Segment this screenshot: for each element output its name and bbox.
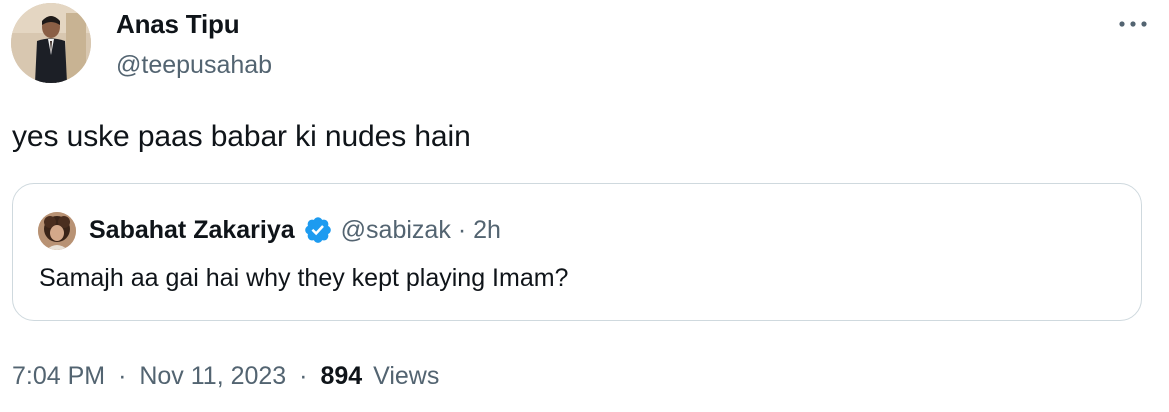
quoted-author-handle[interactable]: @sabizak	[341, 216, 451, 245]
tweet-footer: 7:04 PM · Nov 11, 2023 · 894 Views	[12, 359, 439, 393]
verified-badge-icon	[304, 217, 331, 243]
footer-separator: ·	[118, 362, 127, 390]
tweet-time[interactable]: 7:04 PM	[12, 362, 105, 390]
quoted-tweet-card[interactable]: Sabahat Zakariya @sabizak · 2h Samajh aa…	[12, 183, 1142, 321]
quoted-author-avatar-image	[38, 212, 76, 250]
meta-separator: ·	[457, 215, 467, 244]
tweet-date[interactable]: Nov 11, 2023	[139, 362, 286, 390]
author-handle[interactable]: @teepusahab	[116, 49, 272, 81]
quoted-author-name[interactable]: Sabahat Zakariya	[89, 216, 295, 245]
tweet-text: yes uske paas babar ki nudes hain	[12, 120, 471, 153]
views-label: Views	[373, 362, 440, 390]
author-avatar-image	[11, 3, 91, 83]
footer-separator: ·	[299, 362, 308, 390]
author-name[interactable]: Anas Tipu	[116, 8, 240, 40]
author-avatar[interactable]	[11, 3, 91, 83]
quoted-tweet-text: Samajh aa gai hai why they kept playing …	[39, 264, 569, 292]
quoted-tweet-header: Sabahat Zakariya @sabizak · 2h	[89, 212, 501, 248]
quoted-author-avatar[interactable]	[38, 212, 76, 250]
more-options-button[interactable]	[1115, 14, 1151, 34]
quoted-tweet-time[interactable]: 2h	[473, 216, 501, 245]
views-count[interactable]: 894	[320, 362, 362, 390]
more-horizontal-icon	[1119, 21, 1147, 27]
